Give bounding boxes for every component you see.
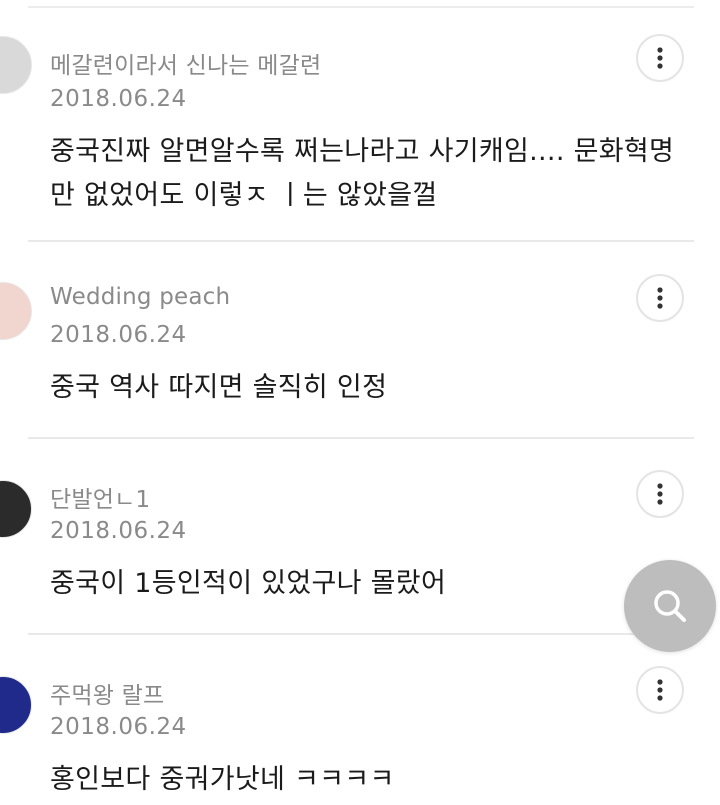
search-icon: [654, 590, 686, 622]
comment-date: 2018.06.24: [50, 714, 187, 740]
more-vertical-icon: [657, 679, 663, 701]
avatar[interactable]: [0, 282, 32, 340]
comment-date: 2018.06.24: [50, 518, 187, 544]
floating-search-button[interactable]: [624, 560, 716, 652]
comment-text: 중국진짜 알면알수록 쩌는나라고 사기캐임.... 문화혁명만 없었어도 이렇ㅈ…: [50, 136, 675, 211]
comment-author[interactable]: 메갈련이라서 신나는 메갈련: [50, 46, 321, 80]
comment-more-button[interactable]: [636, 274, 684, 322]
comment-author[interactable]: Wedding peach: [50, 284, 230, 310]
comment-author[interactable]: 단발언ㄴ1: [50, 480, 150, 514]
avatar[interactable]: [0, 480, 32, 538]
top-divider: [28, 6, 694, 8]
comment-date: 2018.06.24: [50, 86, 187, 112]
comment-list-screen: 메갈련이라서 신나는 메갈련 2018.06.24 중국진짜 알면알수록 쩌는나…: [0, 0, 720, 805]
comment-text: 홍인보다 중궈가낫네 ㅋㅋㅋㅋ: [50, 764, 395, 795]
comment-author[interactable]: 주먹왕 랄프: [50, 676, 164, 710]
comment-divider: [28, 633, 694, 635]
more-vertical-icon: [657, 483, 663, 505]
more-vertical-icon: [657, 287, 663, 309]
comment-more-button[interactable]: [636, 666, 684, 714]
comment-more-button[interactable]: [636, 470, 684, 518]
avatar[interactable]: [0, 676, 32, 734]
comment-text: 중국이 1등인적이 있었구나 몰랐어: [50, 568, 447, 599]
comment-date: 2018.06.24: [50, 322, 187, 348]
avatar[interactable]: [0, 36, 32, 94]
more-vertical-icon: [657, 47, 663, 69]
comment-more-button[interactable]: [636, 34, 684, 82]
comment-divider: [28, 437, 694, 439]
comment-divider: [28, 240, 694, 242]
comment-text: 중국 역사 따지면 솔직히 인정: [50, 372, 388, 403]
